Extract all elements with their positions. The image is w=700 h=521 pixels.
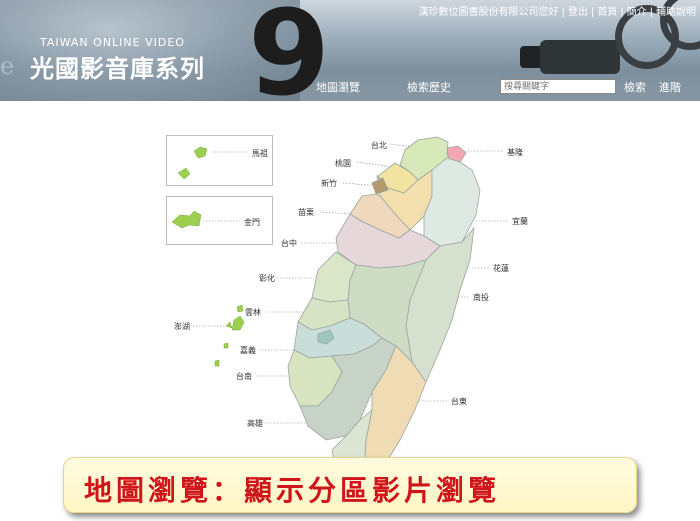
caption-text: 地圖瀏覽：顯示分區影片瀏覽 (84, 474, 501, 507)
link-separator: | (561, 7, 565, 18)
link-separator: | (649, 7, 653, 18)
logout-link[interactable]: 登出 (568, 7, 588, 18)
penghu-islands[interactable] (214, 304, 245, 367)
nav-search-history[interactable]: 檢索歷史 (407, 79, 451, 95)
header-banner: e 9 TAIWAN ONLINE VIDEO 光國影音庫系列 漢珍數位圖書股份… (0, 0, 700, 101)
label-keelung[interactable]: 基隆 (507, 147, 523, 158)
help-link[interactable]: 輔助說明 (656, 7, 696, 18)
label-kinmen[interactable]: 金門 (244, 217, 260, 228)
label-penghu[interactable]: 澎湖 (174, 321, 190, 332)
label-changhua[interactable]: 彰化 (259, 273, 275, 284)
label-hualien[interactable]: 花蓮 (493, 263, 509, 274)
label-matsu[interactable]: 馬祖 (252, 148, 268, 159)
caption-banner: 地圖瀏覽：顯示分區影片瀏覽 (63, 457, 637, 513)
label-taoyuan[interactable]: 桃園 (335, 158, 351, 169)
label-nantou[interactable]: 南投 (473, 292, 489, 303)
label-yunlin[interactable]: 雲林 (245, 307, 261, 318)
label-taichung[interactable]: 台中 (281, 238, 297, 249)
top-link-bar: 漢珍數位圖書股份有限公司您好 | 登出 | 首頁 | 簡介 | 輔助說明 (419, 3, 697, 18)
user-greeting: 漢珍數位圖書股份有限公司您好 (418, 7, 559, 18)
nav-map-browse[interactable]: 地圖瀏覽 (316, 79, 360, 95)
link-separator: | (590, 7, 595, 18)
search-input[interactable] (500, 79, 616, 94)
link-separator: | (620, 7, 624, 18)
label-taitung[interactable]: 台東 (451, 396, 467, 407)
banner-ghost-text: e (0, 52, 17, 80)
label-miaoli[interactable]: 苗栗 (298, 207, 314, 218)
kinmen-island[interactable] (171, 210, 202, 229)
label-hsinchu[interactable]: 新竹 (321, 178, 337, 189)
label-tainan[interactable]: 台南 (236, 371, 252, 382)
brand-subtitle: TAIWAN ONLINE VIDEO (40, 36, 185, 49)
label-taipei[interactable]: 台北 (371, 140, 387, 151)
main-nav: 地圖瀏覽 檢索歷史 檢索 進階 (0, 78, 700, 98)
label-yilan[interactable]: 宜蘭 (512, 216, 528, 227)
projector-graphic (540, 40, 620, 74)
advanced-search-button[interactable]: 進階 (659, 79, 681, 95)
label-chiayi[interactable]: 嘉義 (240, 345, 256, 356)
search-button[interactable]: 檢索 (624, 79, 646, 95)
intro-link[interactable]: 簡介 (627, 7, 647, 18)
home-link[interactable]: 首頁 (597, 7, 617, 18)
matsu-island[interactable] (177, 167, 191, 180)
label-kaohsiung[interactable]: 高雄 (247, 418, 263, 429)
matsu-island[interactable] (193, 146, 208, 159)
